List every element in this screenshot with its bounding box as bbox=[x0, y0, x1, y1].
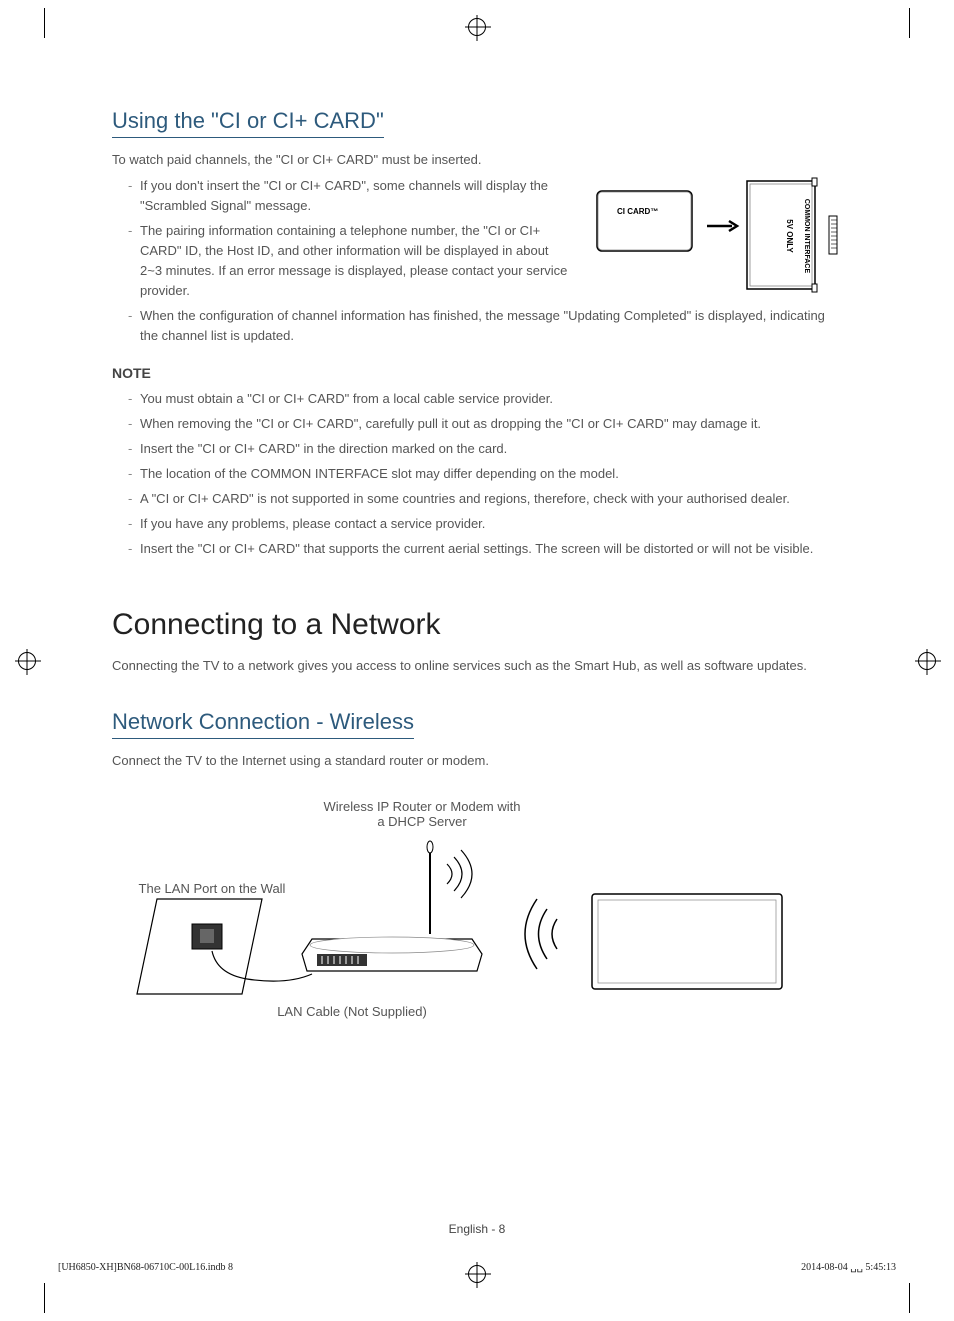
wireless-intro: Connect the TV to the Internet using a s… bbox=[112, 751, 842, 771]
ci-card-label: CI CARD™ bbox=[617, 207, 658, 216]
list-item: The location of the COMMON INTERFACE slo… bbox=[128, 464, 842, 484]
list-item: Insert the "CI or CI+ CARD" that support… bbox=[128, 539, 842, 559]
footer-left: [UH6850-XH]BN68-06710C-00L16.indb 8 bbox=[58, 1262, 233, 1273]
list-item: If you have any problems, please contact… bbox=[128, 514, 842, 534]
registration-mark-icon bbox=[918, 652, 936, 670]
major-title-network: Connecting to a Network bbox=[112, 608, 842, 642]
list-item: When the configuration of channel inform… bbox=[128, 306, 842, 346]
list-item: The pairing information containing a tel… bbox=[128, 221, 572, 302]
note-heading: NOTE bbox=[112, 365, 842, 381]
ci-bullets-top: If you don't insert the "CI or CI+ CARD"… bbox=[112, 176, 572, 302]
list-item: When removing the "CI or CI+ CARD", care… bbox=[128, 414, 842, 434]
tv-icon bbox=[592, 894, 782, 989]
page-number: English - 8 bbox=[449, 1222, 506, 1236]
router-icon bbox=[302, 841, 482, 971]
list-item: You must obtain a "CI or CI+ CARD" from … bbox=[128, 389, 842, 409]
section-title-ci-card: Using the "CI or CI+ CARD" bbox=[112, 108, 384, 138]
list-item: If you don't insert the "CI or CI+ CARD"… bbox=[128, 176, 572, 216]
registration-mark-icon bbox=[18, 652, 36, 670]
section-title-wireless: Network Connection - Wireless bbox=[112, 709, 414, 739]
ci-card-diagram: CI CARD™ 5V ONLY bbox=[592, 176, 842, 307]
page-content: Using the "CI or CI+ CARD" To watch paid… bbox=[112, 108, 842, 1029]
svg-text:COMMON INTERFACE: COMMON INTERFACE bbox=[803, 198, 810, 273]
footer-right: 2014-08-04 ␣␣ 5:45:13 bbox=[801, 1262, 896, 1273]
lan-cable-label: LAN Cable (Not Supplied) bbox=[242, 1004, 462, 1019]
registration-mark-icon bbox=[468, 1265, 486, 1283]
wifi-signal-icon bbox=[525, 899, 557, 969]
wireless-diagram: Wireless IP Router or Modem with a DHCP … bbox=[112, 799, 842, 1029]
ci-intro: To watch paid channels, the "CI or CI+ C… bbox=[112, 150, 842, 170]
network-intro: Connecting the TV to a network gives you… bbox=[112, 656, 842, 676]
registration-mark-icon bbox=[468, 18, 486, 36]
list-item: A "CI or CI+ CARD" is not supported in s… bbox=[128, 489, 842, 509]
svg-text:5V ONLY: 5V ONLY bbox=[785, 219, 794, 253]
wall-port-icon bbox=[137, 899, 312, 994]
ci-bullets-wide: When the configuration of channel inform… bbox=[112, 306, 842, 346]
ci-notes: You must obtain a "CI or CI+ CARD" from … bbox=[112, 389, 842, 560]
list-item: Insert the "CI or CI+ CARD" in the direc… bbox=[128, 439, 842, 459]
